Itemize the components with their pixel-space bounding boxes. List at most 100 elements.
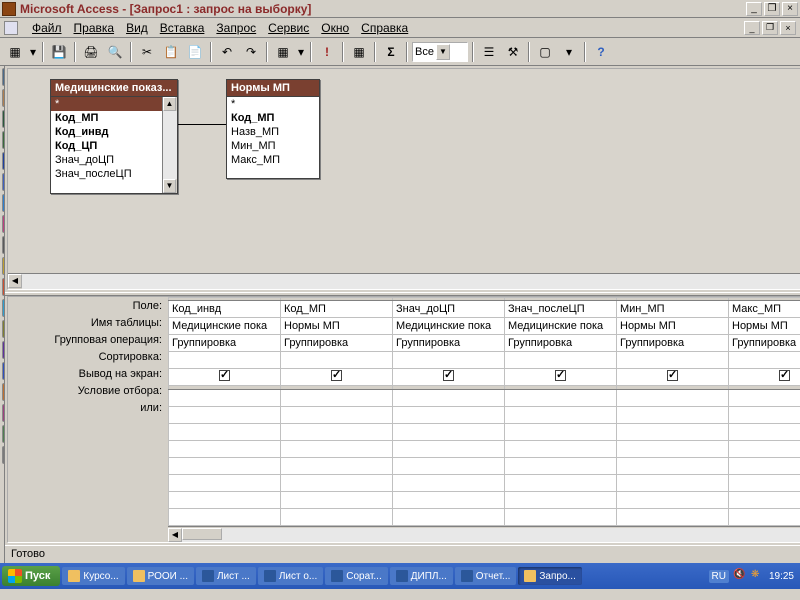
menu-file[interactable]: Файл (26, 19, 68, 37)
grid-cell[interactable] (617, 390, 729, 407)
grid-cell[interactable]: Код_инвд (169, 301, 281, 318)
grid-cell[interactable] (505, 458, 617, 475)
grid-cell[interactable] (729, 509, 800, 526)
run-button[interactable]: ! (316, 41, 338, 63)
grid-cell[interactable]: Группировка (393, 335, 505, 352)
grid-cell[interactable] (393, 492, 505, 509)
grid-cell[interactable]: Группировка (169, 335, 281, 352)
table-norms[interactable]: Нормы МП *Код_МПНазв_МПМин_МПМакс_МП (226, 79, 320, 179)
grid-cell[interactable] (505, 509, 617, 526)
grid-cell[interactable]: Макс_МП (729, 301, 800, 318)
mdi-minimize-button[interactable]: _ (744, 21, 760, 35)
copy-button[interactable]: 📋 (160, 41, 182, 63)
grid-cell[interactable] (617, 352, 729, 369)
table-field[interactable]: Код_МП (51, 111, 177, 125)
grid-cell[interactable] (393, 352, 505, 369)
grid-cell[interactable]: Группировка (617, 335, 729, 352)
grid-cell[interactable]: Код_МП (281, 301, 393, 318)
show-checkbox[interactable] (331, 370, 342, 381)
grid-cell[interactable]: Нормы МП (729, 318, 800, 335)
querytype-dropdown[interactable]: ▾ (296, 41, 306, 63)
grid-cell[interactable] (617, 424, 729, 441)
grid-cell[interactable] (169, 407, 281, 424)
show-checkbox[interactable] (555, 370, 566, 381)
grid-cell[interactable] (281, 509, 393, 526)
grid-cell[interactable] (729, 369, 800, 386)
grid-cell[interactable] (169, 458, 281, 475)
table-field[interactable]: * (51, 97, 177, 111)
grid-cell[interactable] (169, 390, 281, 407)
pane-hscroll[interactable]: ◀ ▶ (8, 273, 800, 289)
grid-cell[interactable]: Группировка (281, 335, 393, 352)
grid-cell[interactable] (281, 441, 393, 458)
table-field[interactable]: Код_МП (227, 111, 319, 125)
show-checkbox[interactable] (219, 370, 230, 381)
grid-cell[interactable] (281, 407, 393, 424)
taskbar-item[interactable]: Запро... (518, 567, 581, 585)
grid-cell[interactable] (505, 390, 617, 407)
grid-cell[interactable] (505, 352, 617, 369)
grid-cell[interactable] (281, 458, 393, 475)
grid-cell[interactable] (617, 407, 729, 424)
tray-icon[interactable]: 🔇 (733, 569, 747, 583)
menu-window[interactable]: Окно (315, 19, 355, 37)
taskbar-item[interactable]: Лист ... (196, 567, 256, 585)
query-tables-pane[interactable]: Медицинские показ... ▲ ▼ *Код_МПКод_инвд… (7, 68, 800, 290)
grid-cell[interactable] (169, 424, 281, 441)
view-button[interactable]: ▦ (4, 41, 26, 63)
table-medical[interactable]: Медицинские показ... ▲ ▼ *Код_МПКод_инвд… (50, 79, 178, 194)
relationship-line[interactable] (178, 124, 226, 125)
table-field[interactable]: * (227, 97, 319, 111)
grid-cell[interactable] (169, 352, 281, 369)
show-checkbox[interactable] (443, 370, 454, 381)
grid-cell[interactable] (729, 352, 800, 369)
grid-cell[interactable] (729, 492, 800, 509)
grid-cell[interactable] (169, 475, 281, 492)
grid-cell[interactable]: Мин_МП (617, 301, 729, 318)
grid-cell[interactable]: Группировка (729, 335, 800, 352)
grid-cell[interactable] (169, 441, 281, 458)
menu-tools[interactable]: Сервис (262, 19, 315, 37)
grid-cell[interactable] (281, 424, 393, 441)
grid-cell[interactable] (393, 475, 505, 492)
grid-cell[interactable] (281, 475, 393, 492)
querytype-button[interactable]: ▦ (272, 41, 294, 63)
cut-button[interactable]: ✂ (136, 41, 158, 63)
grid-cell[interactable] (729, 407, 800, 424)
grid-cell[interactable] (505, 369, 617, 386)
build-button[interactable]: ⚒ (502, 41, 524, 63)
grid-cell[interactable] (393, 407, 505, 424)
start-button[interactable]: Пуск (2, 566, 60, 586)
grid-cell[interactable] (729, 441, 800, 458)
grid-cell[interactable] (393, 458, 505, 475)
save-button[interactable]: 💾 (48, 41, 70, 63)
grid-cell[interactable] (393, 424, 505, 441)
taskbar-item[interactable]: Сорат... (325, 567, 388, 585)
help-button[interactable]: ? (590, 41, 612, 63)
restore-button[interactable]: ❐ (764, 2, 780, 16)
properties-button[interactable]: ☰ (478, 41, 500, 63)
grid-cell[interactable] (617, 475, 729, 492)
grid-cell[interactable] (393, 441, 505, 458)
grid-cell[interactable] (169, 509, 281, 526)
showtable-button[interactable]: ▦ (348, 41, 370, 63)
view-dropdown[interactable]: ▾ (28, 41, 38, 63)
scroll-left-icon[interactable]: ◀ (168, 528, 182, 542)
grid-cell[interactable]: Нормы МП (617, 318, 729, 335)
table-field[interactable]: Код_ЦП (51, 139, 177, 153)
taskbar-item[interactable]: Отчет... (455, 567, 517, 585)
grid-cell[interactable] (505, 424, 617, 441)
scroll-down-icon[interactable]: ▼ (163, 179, 176, 193)
scroll-thumb[interactable] (182, 528, 222, 540)
preview-button[interactable]: 🔍 (104, 41, 126, 63)
grid-cell[interactable] (169, 492, 281, 509)
table-field[interactable]: Знач_доЦП (51, 153, 177, 167)
grid-cell[interactable] (393, 390, 505, 407)
grid-cell[interactable] (617, 369, 729, 386)
table-field[interactable]: Код_инвд (51, 125, 177, 139)
paste-button[interactable]: 📄 (184, 41, 206, 63)
grid-cell[interactable] (281, 492, 393, 509)
table-header[interactable]: Медицинские показ... (51, 80, 177, 97)
table-field[interactable]: Знач_послеЦП (51, 167, 177, 181)
grid-cell[interactable]: Медицинские пока (393, 318, 505, 335)
